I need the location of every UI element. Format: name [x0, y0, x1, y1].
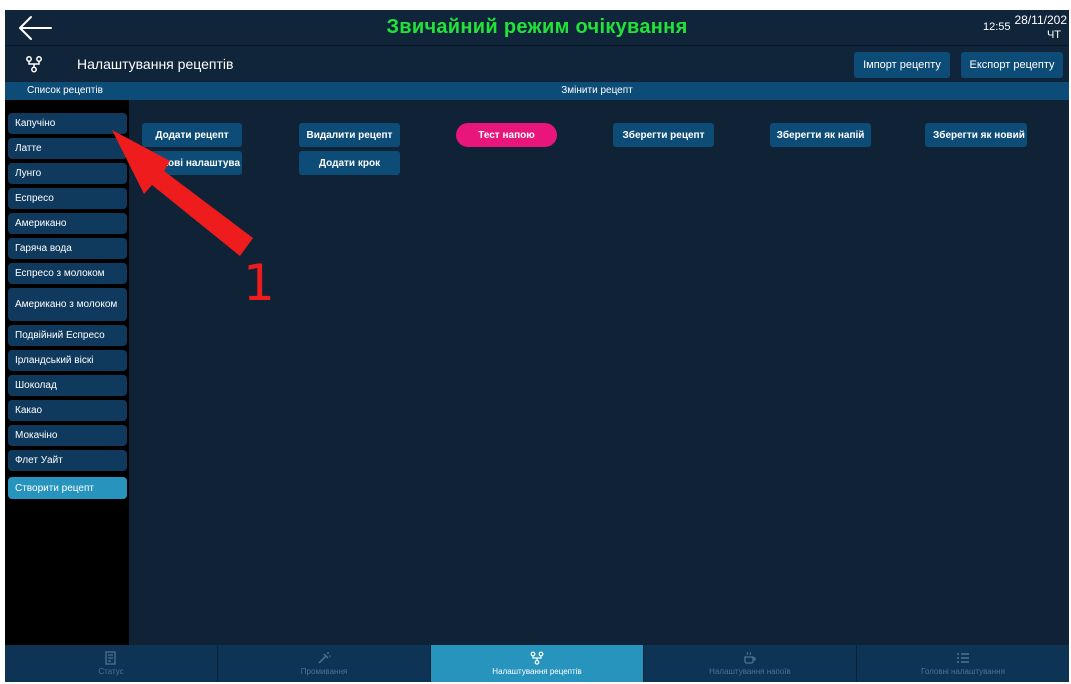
delete-recipe-button[interactable]: Видалити рецепт	[299, 123, 400, 147]
recipe-item-chocolate[interactable]: Шоколад	[8, 375, 127, 396]
recipe-item-double-espresso[interactable]: Подвійний Еспресо	[8, 325, 127, 346]
tab-rinse-label: Промивання	[300, 667, 348, 676]
add-step-button[interactable]: Додати крок	[299, 151, 400, 175]
top-bar: Звичайний режим очікування 12:55 28/11/2…	[5, 10, 1069, 46]
recipe-settings-icon	[530, 651, 544, 665]
clock-date: 28/11/202	[1014, 13, 1068, 27]
recipe-settings-icon	[26, 56, 42, 73]
sub-header: Список рецептів Змінити рецепт	[5, 82, 1069, 100]
recipe-item-espresso[interactable]: Еспресо	[8, 188, 127, 209]
save-as-drink-button[interactable]: Зберегти як напій	[770, 123, 871, 147]
section-bar: Налаштування рецептів Імпорт рецепту Екс…	[5, 46, 1069, 82]
extra-settings-button[interactable]: атк​ові налаштува	[142, 151, 242, 175]
recipe-item-latte[interactable]: Латте	[8, 138, 127, 159]
tab-rinse[interactable]: Промивання	[218, 645, 431, 682]
mode-title: Звичайний режим очікування	[386, 16, 688, 38]
tab-recipe-settings[interactable]: Налаштування рецептів	[431, 645, 644, 682]
tab-drink-settings-label: Налаштування напоїв	[709, 667, 791, 676]
recipe-item-cappuccino[interactable]: Капучіно	[8, 113, 127, 134]
create-recipe-button[interactable]: Створити рецепт	[8, 477, 127, 499]
annotation-number: 1	[243, 254, 275, 312]
section-title: Налаштування рецептів	[77, 56, 234, 72]
recipe-item-mochaccino[interactable]: Мокачіно	[8, 425, 127, 446]
add-recipe-button[interactable]: Додати рецепт	[142, 123, 242, 147]
rinse-icon	[318, 652, 331, 664]
recipe-item-irish-whisky[interactable]: Ірландський віскі	[8, 350, 127, 371]
save-as-new-recipe-button[interactable]: Зберегти як новий ре	[925, 123, 1027, 147]
recipe-item-espresso-milk[interactable]: Еспресо з молоком	[8, 263, 127, 284]
recipe-item-cocoa[interactable]: Какао	[8, 400, 127, 421]
tab-drink-settings[interactable]: Налаштування напоїв	[644, 645, 857, 682]
test-drink-button[interactable]: Тест напою	[456, 123, 557, 147]
tab-status[interactable]: Статус	[5, 645, 218, 682]
edit-recipe-label: Змінити рецепт	[561, 85, 633, 96]
recipe-item-americano[interactable]: Американо	[8, 213, 127, 234]
import-recipe-button[interactable]: Імпорт рецепту	[854, 52, 950, 78]
tab-main-settings[interactable]: Головні налаштування	[857, 645, 1069, 682]
cup-icon	[744, 651, 756, 664]
bottom-nav: Статус Промивання Налаштування рецептів	[5, 645, 1069, 682]
tab-main-settings-label: Головні налаштування	[921, 667, 1005, 676]
recipe-list-label: Список рецептів	[27, 85, 103, 96]
recipe-list: Капучіно Латте Лунго Еспресо Американо Г…	[5, 100, 129, 645]
save-recipe-button[interactable]: Зберегти рецепт	[613, 123, 714, 147]
list-icon	[957, 653, 969, 663]
app-window: Звичайний режим очікування 12:55 28/11/2…	[5, 10, 1069, 682]
tab-recipe-settings-label: Налаштування рецептів	[492, 667, 582, 676]
edit-recipe-panel: Додати рецепт Видалити рецепт Тест напою…	[129, 100, 1069, 645]
recipe-item-hot-water[interactable]: Гаряча вода	[8, 238, 127, 259]
clock-time: 12:55	[982, 21, 1011, 33]
recipe-item-americano-milk[interactable]: Американо з молоком	[8, 288, 127, 321]
tab-status-label: Статус	[98, 667, 124, 676]
recipe-item-lungo[interactable]: Лунго	[8, 163, 127, 184]
clock: 12:55 28/11/202 ЧТ	[983, 13, 1067, 41]
status-icon	[105, 651, 116, 665]
export-recipe-button[interactable]: Експорт рецепту	[961, 52, 1063, 78]
clock-weekday: ЧТ	[1046, 29, 1061, 41]
recipe-item-flat-white[interactable]: Флет Уайт	[8, 450, 127, 471]
